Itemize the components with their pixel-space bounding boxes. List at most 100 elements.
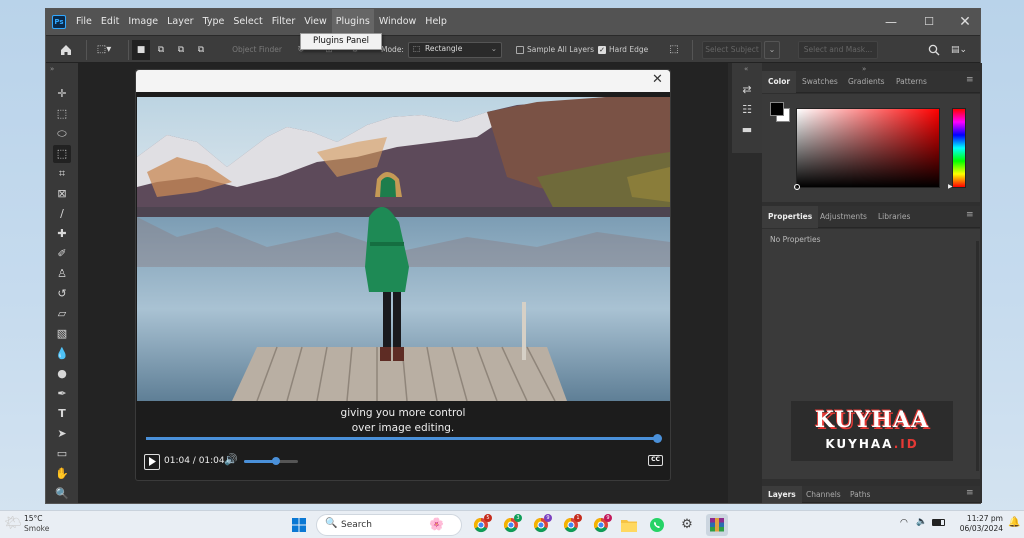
volume-handle[interactable] <box>272 457 281 465</box>
chevron-down-icon[interactable]: ⌄ <box>764 41 780 59</box>
volume-icon[interactable]: 🔊 <box>224 453 238 466</box>
minimize-icon[interactable]: — <box>874 9 908 35</box>
sample-all-layers-checkbox[interactable] <box>516 46 524 54</box>
new-selection-icon[interactable]: ■ <box>132 40 150 60</box>
panel-menu-icon[interactable]: ≡ <box>966 488 974 498</box>
crop-tool-icon[interactable]: ⌗ <box>53 165 71 183</box>
winrar-icon[interactable] <box>706 514 728 536</box>
dodge-tool-icon[interactable]: ● <box>53 365 71 383</box>
foreground-color-swatch[interactable] <box>770 102 784 116</box>
marquee-tool-icon[interactable]: ⬚ <box>53 105 71 123</box>
select-subject-button[interactable]: Select Subject <box>702 41 762 59</box>
collapse-toolbar-icon[interactable]: » <box>50 65 54 73</box>
type-tool-icon[interactable]: T <box>53 405 71 423</box>
menu-edit[interactable]: Edit <box>97 9 123 35</box>
menu-filter[interactable]: Filter <box>268 9 300 35</box>
menu-layer[interactable]: Layer <box>163 9 198 35</box>
tab-patterns[interactable]: Patterns <box>890 71 933 93</box>
properties-panel-icon[interactable]: ☷ <box>738 101 756 119</box>
hue-slider[interactable] <box>952 108 966 188</box>
clock-date[interactable]: 06/03/2024 <box>948 524 1003 533</box>
add-selection-icon[interactable]: ⧉ <box>152 40 170 60</box>
color-picker-field[interactable] <box>794 108 940 190</box>
speaker-icon[interactable]: 🔈 <box>916 517 927 527</box>
weather-icon[interactable]: 🌤 <box>4 515 22 531</box>
menu-image[interactable]: Image <box>124 9 162 35</box>
chrome-profile-4-icon[interactable]: 1 <box>560 514 582 536</box>
tab-properties[interactable]: Properties <box>762 206 819 228</box>
panel-menu-icon[interactable]: ≡ <box>966 210 974 220</box>
rectangle-tool-icon[interactable]: ▭ <box>53 445 71 463</box>
menu-select[interactable]: Select <box>229 9 266 35</box>
volume-slider[interactable] <box>244 457 298 465</box>
menu-window[interactable]: Window <box>375 9 420 35</box>
tab-channels[interactable]: Channels <box>800 486 847 503</box>
history-panel-icon[interactable]: ⇄ <box>738 81 756 99</box>
zoom-tool-icon[interactable]: 🔍 <box>53 485 71 503</box>
tab-color[interactable]: Color <box>762 71 797 93</box>
chrome-profile-3-icon[interactable]: 9 <box>530 514 552 536</box>
close-icon[interactable]: ✕ <box>948 9 982 35</box>
move-tool-icon[interactable]: ✛ <box>53 85 71 103</box>
panel-scrollbar[interactable] <box>976 241 979 471</box>
tab-layers[interactable]: Layers <box>762 486 802 503</box>
panel-menu-icon[interactable]: ≡ <box>966 75 974 85</box>
frame-tool-icon[interactable]: ⊠ <box>53 185 71 203</box>
maximize-icon[interactable]: ☐ <box>912 9 946 35</box>
whatsapp-icon[interactable] <box>646 514 668 536</box>
pen-tool-icon[interactable]: ✒ <box>53 385 71 403</box>
tab-gradients[interactable]: Gradients <box>842 71 891 93</box>
tab-libraries[interactable]: Libraries <box>872 206 916 228</box>
close-icon[interactable]: ✕ <box>652 72 663 87</box>
video-progress-handle[interactable] <box>653 434 662 443</box>
chrome-icon[interactable]: 5 <box>470 514 492 536</box>
search-icon[interactable] <box>926 40 942 60</box>
menu-view[interactable]: View <box>300 9 331 35</box>
tab-adjustments[interactable]: Adjustments <box>814 206 873 228</box>
mode-select[interactable]: ⬚ Rectangle ⌄ <box>408 42 502 58</box>
menu-type[interactable]: Type <box>199 9 229 35</box>
gradient-tool-icon[interactable]: ▧ <box>53 325 71 343</box>
select-mode-icon[interactable]: ⬚ <box>666 40 682 60</box>
object-finder-toggle[interactable]: Object Finder <box>226 40 288 60</box>
wifi-icon[interactable]: ◠ <box>900 518 908 528</box>
chrome-profile-2-icon[interactable]: 3 <box>500 514 522 536</box>
blur-tool-icon[interactable]: 💧 <box>53 345 71 363</box>
tab-swatches[interactable]: Swatches <box>796 71 844 93</box>
eyedropper-tool-icon[interactable]: ∕ <box>53 205 71 223</box>
menu-plugins[interactable]: Plugins <box>331 9 374 35</box>
settings-gear-icon[interactable]: ⚙ <box>676 514 698 536</box>
battery-icon[interactable] <box>932 519 945 526</box>
select-and-mask-button[interactable]: Select and Mask... <box>798 41 878 59</box>
subtract-selection-icon[interactable]: ⧉ <box>172 40 190 60</box>
brush-tool-icon[interactable]: ✐ <box>53 245 71 263</box>
tab-paths[interactable]: Paths <box>844 486 876 503</box>
chrome-profile-5-icon[interactable]: 9 <box>590 514 612 536</box>
eraser-tool-icon[interactable]: ▱ <box>53 305 71 323</box>
hard-edge-checkbox[interactable]: ✓ <box>598 46 606 54</box>
notifications-icon[interactable]: 🔔 <box>1008 517 1020 528</box>
path-selection-icon[interactable]: ➤ <box>53 425 71 443</box>
file-explorer-icon[interactable] <box>618 514 640 536</box>
home-icon[interactable] <box>56 40 76 60</box>
history-brush-icon[interactable]: ↺ <box>53 285 71 303</box>
menu-file[interactable]: File <box>72 9 96 35</box>
object-selection-tool-icon[interactable]: ⬚ <box>53 145 71 163</box>
color-picker-marker[interactable] <box>794 184 800 190</box>
captions-button[interactable]: CC <box>648 455 663 466</box>
hand-tool-icon[interactable]: ✋ <box>53 465 71 483</box>
healing-brush-icon[interactable]: ✚ <box>53 225 71 243</box>
workspace-icon[interactable]: ▤⌄ <box>948 40 970 60</box>
object-selection-tool-icon[interactable]: ⬚▾ <box>92 40 116 60</box>
video-progress-bar[interactable] <box>146 434 662 443</box>
clone-stamp-icon[interactable]: ♙ <box>53 265 71 283</box>
plugins-panel-item[interactable]: Plugins Panel <box>301 34 381 49</box>
intersect-selection-icon[interactable]: ⧉ <box>192 40 210 60</box>
comments-panel-icon[interactable]: ▬ <box>738 121 756 139</box>
windows-start-icon[interactable] <box>288 514 310 536</box>
clock-time[interactable]: 11:27 pm <box>955 514 1003 523</box>
menu-help[interactable]: Help <box>421 9 451 35</box>
video-frame[interactable] <box>137 97 670 401</box>
taskbar-search-box[interactable]: 🔍 Search 🌸 <box>316 514 462 536</box>
collapse-panels-icon[interactable]: « <box>744 65 748 73</box>
